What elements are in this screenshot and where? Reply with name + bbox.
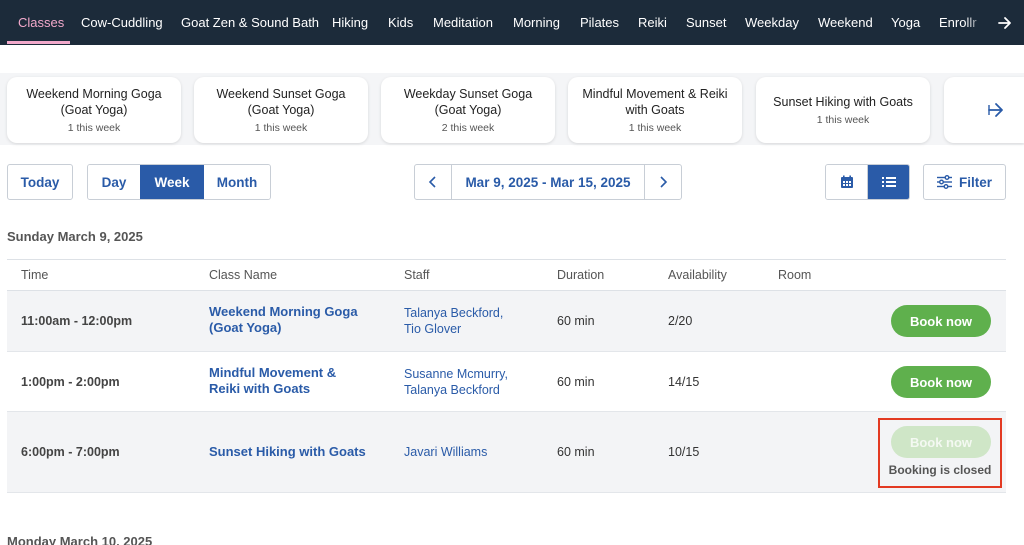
active-tab-indicator xyxy=(7,41,70,44)
view-range-toggle: Day Week Month xyxy=(87,164,271,200)
tab-meditation[interactable]: Meditation xyxy=(433,0,493,45)
header-staff: Staff xyxy=(404,268,430,282)
row-time: 1:00pm - 2:00pm xyxy=(21,375,120,389)
class-card-name: Weekend Sunset Goga (Goat Yoga) xyxy=(216,87,346,117)
schedule-table-header: Time Class Name Staff Duration Availabil… xyxy=(7,259,1006,291)
nav-fade xyxy=(966,0,986,45)
filter-button[interactable]: Filter xyxy=(923,164,1006,200)
header-availability: Availability xyxy=(668,268,727,282)
table-row: 11:00am - 12:00pm Weekend Morning Goga (G… xyxy=(7,291,1006,352)
next-week-button[interactable] xyxy=(645,165,681,199)
month-view-button[interactable]: Month xyxy=(204,165,270,199)
nav-scroll-right-button[interactable] xyxy=(986,0,1024,45)
tab-pilates[interactable]: Pilates xyxy=(580,0,619,45)
calendar-view-button[interactable] xyxy=(826,165,868,199)
book-now-button[interactable]: Book now xyxy=(891,305,991,337)
book-now-button[interactable]: Book now xyxy=(891,366,991,398)
row-availability: 10/15 xyxy=(668,445,700,459)
tab-sunset[interactable]: Sunset xyxy=(686,0,726,45)
class-card-name: Weekend Morning Goga (Goat Yoga) xyxy=(26,87,162,117)
today-button[interactable]: Today xyxy=(7,164,73,200)
class-card-name: Weekday Sunset Goga (Goat Yoga) xyxy=(403,87,533,117)
tab-cow-cuddling[interactable]: Cow-Cuddling xyxy=(81,0,163,45)
tab-kids[interactable]: Kids xyxy=(388,0,413,45)
header-duration: Duration xyxy=(557,268,605,282)
class-card-count: 1 this week xyxy=(254,122,308,134)
layout-toggle xyxy=(825,164,910,200)
class-card-name: Sunset Hiking with Goats xyxy=(773,95,913,109)
table-row: 1:00pm - 2:00pm Mindful Movement & Reiki … xyxy=(7,352,1006,412)
class-card[interactable]: Mindful Movement & Reiki with Goats 1 th… xyxy=(568,77,742,143)
date-navigator: Mar 9, 2025 - Mar 15, 2025 xyxy=(414,164,682,200)
highlight-box xyxy=(878,418,1002,488)
row-time: 11:00am - 12:00pm xyxy=(21,314,133,328)
arrow-right-icon xyxy=(988,103,1003,117)
table-row: 6:00pm - 7:00pm Sunset Hiking with Goats… xyxy=(7,412,1006,493)
week-view-button[interactable]: Week xyxy=(140,165,204,199)
header-class-name: Class Name xyxy=(209,268,278,282)
row-staff[interactable]: Talanya Beckford, Tio Glover xyxy=(404,305,503,337)
cards-scroll-right-button[interactable] xyxy=(944,77,1024,143)
class-card[interactable]: Weekend Sunset Goga (Goat Yoga) 1 this w… xyxy=(194,77,368,143)
date-range-label: Mar 9, 2025 - Mar 15, 2025 xyxy=(451,165,645,199)
arrow-right-icon xyxy=(998,16,1011,29)
class-card-count: 2 this week xyxy=(441,122,495,134)
class-card[interactable]: Sunset Hiking with Goats 1 this week xyxy=(756,77,930,143)
class-card-count: 1 this week xyxy=(816,114,870,126)
chevron-right-icon xyxy=(660,176,668,188)
day-view-button[interactable]: Day xyxy=(88,165,140,199)
class-card[interactable]: Weekday Sunset Goga (Goat Yoga) 2 this w… xyxy=(381,77,555,143)
filter-label: Filter xyxy=(958,174,992,190)
previous-week-button[interactable] xyxy=(415,165,451,199)
tab-reiki[interactable]: Reiki xyxy=(638,0,667,45)
row-staff[interactable]: Susanne Mcmurry, Talanya Beckford xyxy=(404,366,508,398)
row-availability: 2/20 xyxy=(668,314,693,328)
class-card-count: 1 this week xyxy=(628,122,682,134)
class-cards-carousel: Weekend Morning Goga (Goat Yoga) 1 this … xyxy=(0,73,1024,145)
row-class-name[interactable]: Weekend Morning Goga (Goat Yoga) xyxy=(209,304,358,336)
tab-morning[interactable]: Morning xyxy=(513,0,560,45)
tab-classes[interactable]: Classes xyxy=(18,0,64,45)
tab-weekday[interactable]: Weekday xyxy=(745,0,799,45)
tab-yoga[interactable]: Yoga xyxy=(891,0,920,45)
class-card-count: 1 this week xyxy=(67,122,121,134)
row-duration: 60 min xyxy=(557,445,595,459)
row-duration: 60 min xyxy=(557,314,595,328)
row-class-name[interactable]: Mindful Movement & Reiki with Goats xyxy=(209,365,336,397)
calendar-icon xyxy=(840,175,853,188)
list-icon xyxy=(881,177,896,187)
sliders-icon xyxy=(936,175,952,189)
header-time: Time xyxy=(21,268,49,282)
list-view-button[interactable] xyxy=(868,165,909,199)
row-duration: 60 min xyxy=(557,375,595,389)
chevron-left-icon xyxy=(428,176,436,188)
tab-weekend[interactable]: Weekend xyxy=(818,0,873,45)
row-availability: 14/15 xyxy=(668,375,700,389)
row-time: 6:00pm - 7:00pm xyxy=(21,445,120,459)
row-staff[interactable]: Javari Williams xyxy=(404,444,487,460)
class-card-name: Mindful Movement & Reiki with Goats xyxy=(582,87,728,117)
category-nav: Classes Cow-Cuddling Goat Zen & Sound Ba… xyxy=(0,0,1024,45)
tab-goat-zen-sound-bath[interactable]: Goat Zen & Sound Bath xyxy=(181,0,319,45)
tab-hiking[interactable]: Hiking xyxy=(332,0,368,45)
day-heading: Sunday March 9, 2025 xyxy=(7,229,143,244)
header-room: Room xyxy=(778,268,812,282)
class-card[interactable]: Weekend Morning Goga (Goat Yoga) 1 this … xyxy=(7,77,181,143)
row-class-name[interactable]: Sunset Hiking with Goats xyxy=(209,444,366,460)
day-heading: Monday March 10, 2025 xyxy=(7,534,153,545)
